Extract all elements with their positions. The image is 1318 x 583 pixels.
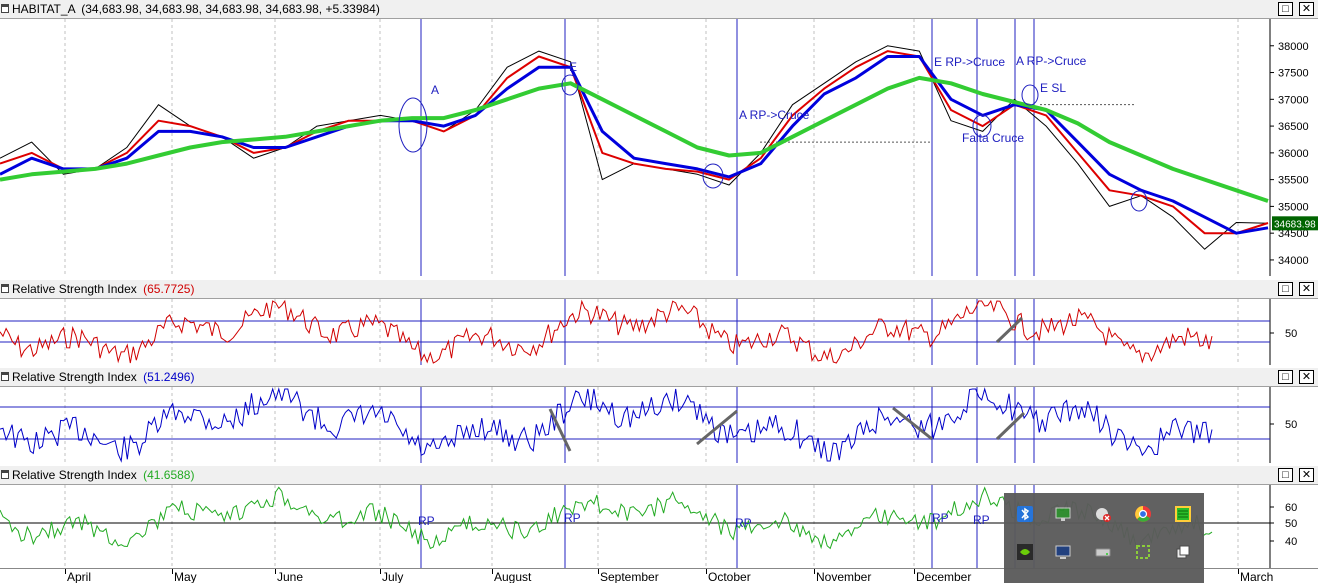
close-button[interactable]: ✕ (1299, 282, 1314, 296)
month-tick (492, 569, 493, 574)
rsi3-title: Relative Strength Index (41.6588) (12, 468, 195, 482)
rsi1-chart[interactable]: 50 (0, 299, 1318, 365)
month-tick (380, 569, 381, 574)
highlight-circle (1021, 84, 1039, 106)
bluetooth-icon[interactable] (1016, 505, 1034, 523)
rsi2-chart[interactable]: 50 (0, 387, 1318, 463)
rsi1-title: Relative Strength Index (65.7725) (12, 282, 195, 296)
month-label: November (816, 570, 872, 583)
chrome-icon[interactable] (1134, 505, 1152, 523)
month-tick (914, 569, 915, 574)
pane-icon (1, 470, 9, 479)
taskmanager-icon[interactable] (1174, 505, 1192, 523)
restore-button[interactable]: □ (1278, 282, 1293, 296)
monitor-icon[interactable] (1054, 505, 1072, 523)
close-button[interactable]: ✕ (1299, 2, 1314, 16)
close-button[interactable]: ✕ (1299, 370, 1314, 384)
y-tick-label: 37000 (1278, 94, 1309, 106)
month-tick (598, 569, 599, 574)
system-tray-overflow (1004, 493, 1204, 583)
month-label: June (277, 570, 304, 583)
annotation-rp: RP (735, 516, 752, 530)
y-tick-label: 36500 (1278, 121, 1309, 133)
annotation-a-rp-cruce: A RP->Cruce (739, 108, 810, 122)
y-tick-label: 34000 (1278, 255, 1309, 267)
annotation-a: A (431, 83, 439, 97)
price-series-2 (0, 55, 1269, 235)
pane-icon (1, 372, 9, 381)
annotation-rp: RP (973, 513, 990, 527)
rsi-line-0 (0, 299, 1213, 364)
month-label: March (1240, 570, 1274, 583)
month-label: August (494, 570, 532, 583)
price-series-3 (0, 75, 1269, 203)
rsi2-title: Relative Strength Index (51.2496) (12, 370, 195, 384)
restore-button[interactable]: □ (1278, 2, 1293, 16)
snippet-icon[interactable] (1134, 543, 1152, 561)
y-tick-label: 36000 (1278, 148, 1309, 160)
rsi-tick-label: 50 (1285, 518, 1297, 530)
rsi3-titlebar: Relative Strength Index (41.6588) □ ✕ (0, 466, 1318, 485)
annotation-e-sl: E SL (1040, 81, 1066, 95)
last-price-label: 34683.98 (1274, 219, 1316, 230)
restore-button[interactable]: □ (1278, 370, 1293, 384)
price-chart[interactable]: 3400034500350003550036000365003700037500… (0, 19, 1318, 276)
y-tick-label: 37500 (1278, 68, 1309, 80)
close-button[interactable]: ✕ (1299, 468, 1314, 482)
annotation-rp: RP (418, 514, 435, 528)
month-label: December (916, 570, 972, 583)
y-tick-label: 38000 (1278, 41, 1309, 53)
nvidia-icon[interactable] (1016, 543, 1034, 561)
month-tick (172, 569, 173, 574)
month-tick (706, 569, 707, 574)
rsi-tick-label: 50 (1285, 419, 1297, 431)
month-label: April (67, 570, 92, 583)
copy-icon[interactable] (1174, 543, 1192, 561)
month-label: September (600, 570, 659, 583)
drive-icon[interactable] (1094, 543, 1112, 561)
restore-button[interactable]: □ (1278, 468, 1293, 482)
rsi-line-1 (0, 387, 1213, 463)
month-label: May (174, 570, 197, 583)
annotation-rp: RP (564, 511, 581, 525)
month-tick (275, 569, 276, 574)
month-label: July (382, 570, 404, 583)
month-tick (65, 569, 66, 574)
pane-icon (1, 284, 9, 293)
pane-icon (1, 4, 9, 13)
annotation-rp: RP (932, 511, 949, 525)
highlight-circle (1130, 190, 1148, 212)
annotation-e-rp-cruce: E RP->Cruce (934, 55, 1005, 69)
rsi2-titlebar: Relative Strength Index (51.2496) □ ✕ (0, 368, 1318, 387)
chart-window: HABITAT_A (34,683.98, 34,683.98, 34,683.… (0, 0, 1318, 583)
display-icon[interactable] (1054, 543, 1072, 561)
month-tick (814, 569, 815, 574)
rsi-tick-label: 60 (1285, 502, 1297, 514)
y-tick-label: 35000 (1278, 201, 1309, 213)
rsi-tick-label: 50 (1285, 328, 1297, 340)
month-label: October (708, 570, 751, 583)
price-pane-titlebar: HABITAT_A (34,683.98, 34,683.98, 34,683.… (0, 0, 1318, 19)
annotation-a-rp-cruce: A RP->Cruce (1016, 54, 1087, 68)
price-pane-title: HABITAT_A (34,683.98, 34,683.98, 34,683.… (12, 2, 380, 16)
annotation-falta-cruce: Falta Cruce (962, 131, 1024, 145)
rsi1-titlebar: Relative Strength Index (65.7725) □ ✕ (0, 280, 1318, 299)
y-tick-label: 35500 (1278, 175, 1309, 187)
month-tick (1238, 569, 1239, 574)
annotation-e: E (569, 60, 577, 74)
divergence-line (995, 411, 1026, 441)
network-disabled-icon[interactable] (1094, 505, 1112, 523)
divergence-line (548, 408, 572, 452)
rsi-tick-label: 40 (1285, 536, 1297, 548)
